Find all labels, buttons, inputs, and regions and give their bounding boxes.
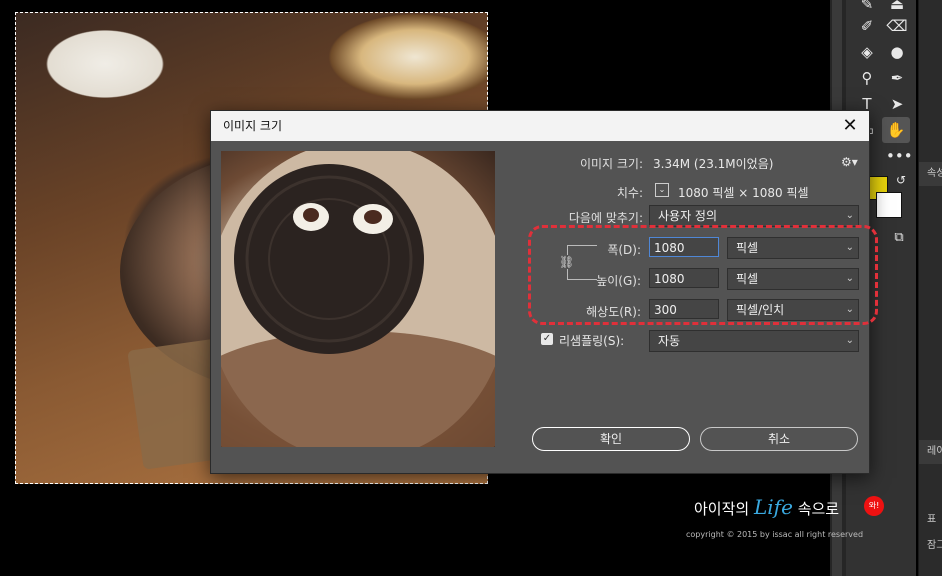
watermark-suffix: 속으로 [797,500,840,518]
swap-colors-icon[interactable]: ↺ [890,170,912,190]
fit-to-label: 다음에 맞추기: [568,211,643,225]
screen-mode-icon[interactable]: ⧉ [888,228,910,248]
eraser-icon[interactable]: ⌫ [886,16,908,36]
dodge-icon[interactable]: ⚲ [856,68,878,88]
layers-tab[interactable]: 레이어 [919,440,942,464]
right-panel-dock: 속성 레이어 표 잠그 [918,0,942,576]
history-brush-icon[interactable]: ✐ [856,16,878,36]
fit-to-select[interactable]: 사용자 정의 ⌄ [649,205,859,227]
more-icon[interactable]: ••• [886,146,913,166]
blur-icon[interactable]: ● [886,42,908,62]
watermark-title: 아이작의 Life 속으로 [694,495,839,519]
image-preview[interactable] [221,151,495,447]
dimensions-value: 1080 픽셀 × 1080 픽셀 [678,186,809,200]
stamp-icon[interactable]: ⏏ [886,0,908,14]
cancel-button[interactable]: 취소 [700,427,858,451]
resample-label: 리샘플링(S): [559,334,625,348]
dialog-titlebar[interactable]: 이미지 크기 ✕ [211,111,869,141]
watermark-prefix: 아이작의 [694,500,750,518]
image-size-dialog: 이미지 크기 ✕ 이미지 크기: 3.34M (23.1M이었음) ⚙▾ 치수:… [210,110,878,474]
brush-icon[interactable]: ✎ [856,0,878,14]
chevron-down-icon: ⌄ [845,210,854,221]
watermark-life: Life [753,495,793,519]
chevron-down-icon[interactable]: ⌄ [655,183,669,197]
pen-icon[interactable]: ✒ [886,68,908,88]
resample-select[interactable]: 자동 ⌄ [649,330,859,352]
annotation-highlight [528,225,878,325]
chevron-down-icon: ⌄ [845,335,854,346]
background-color-swatch[interactable] [876,192,902,218]
dialog-title: 이미지 크기 [223,119,283,133]
image-size-value: 3.34M (23.1M이었음) [653,157,774,171]
layers-filter-label: 표 [919,508,942,532]
fit-to-value: 사용자 정의 [658,209,718,223]
lock-label: 잠그 [919,534,942,558]
ok-button[interactable]: 확인 [532,427,690,451]
dimensions-label: 치수: [616,186,643,200]
image-size-label: 이미지 크기: [579,157,643,171]
path-select-icon[interactable]: ➤ [886,94,908,114]
watermark-copyright: copyright © 2015 by issac all right rese… [686,530,864,539]
paint-bucket-icon[interactable]: ◈ [856,42,878,62]
resample-checkbox[interactable]: ✓ [541,333,553,345]
gear-icon[interactable]: ⚙▾ [841,155,858,169]
hand-icon[interactable]: ✋ [882,117,910,143]
close-icon[interactable]: ✕ [839,115,861,137]
watermark-stamp: 와! [864,496,884,516]
properties-tab[interactable]: 속성 [919,162,942,186]
resample-value: 자동 [658,334,681,348]
